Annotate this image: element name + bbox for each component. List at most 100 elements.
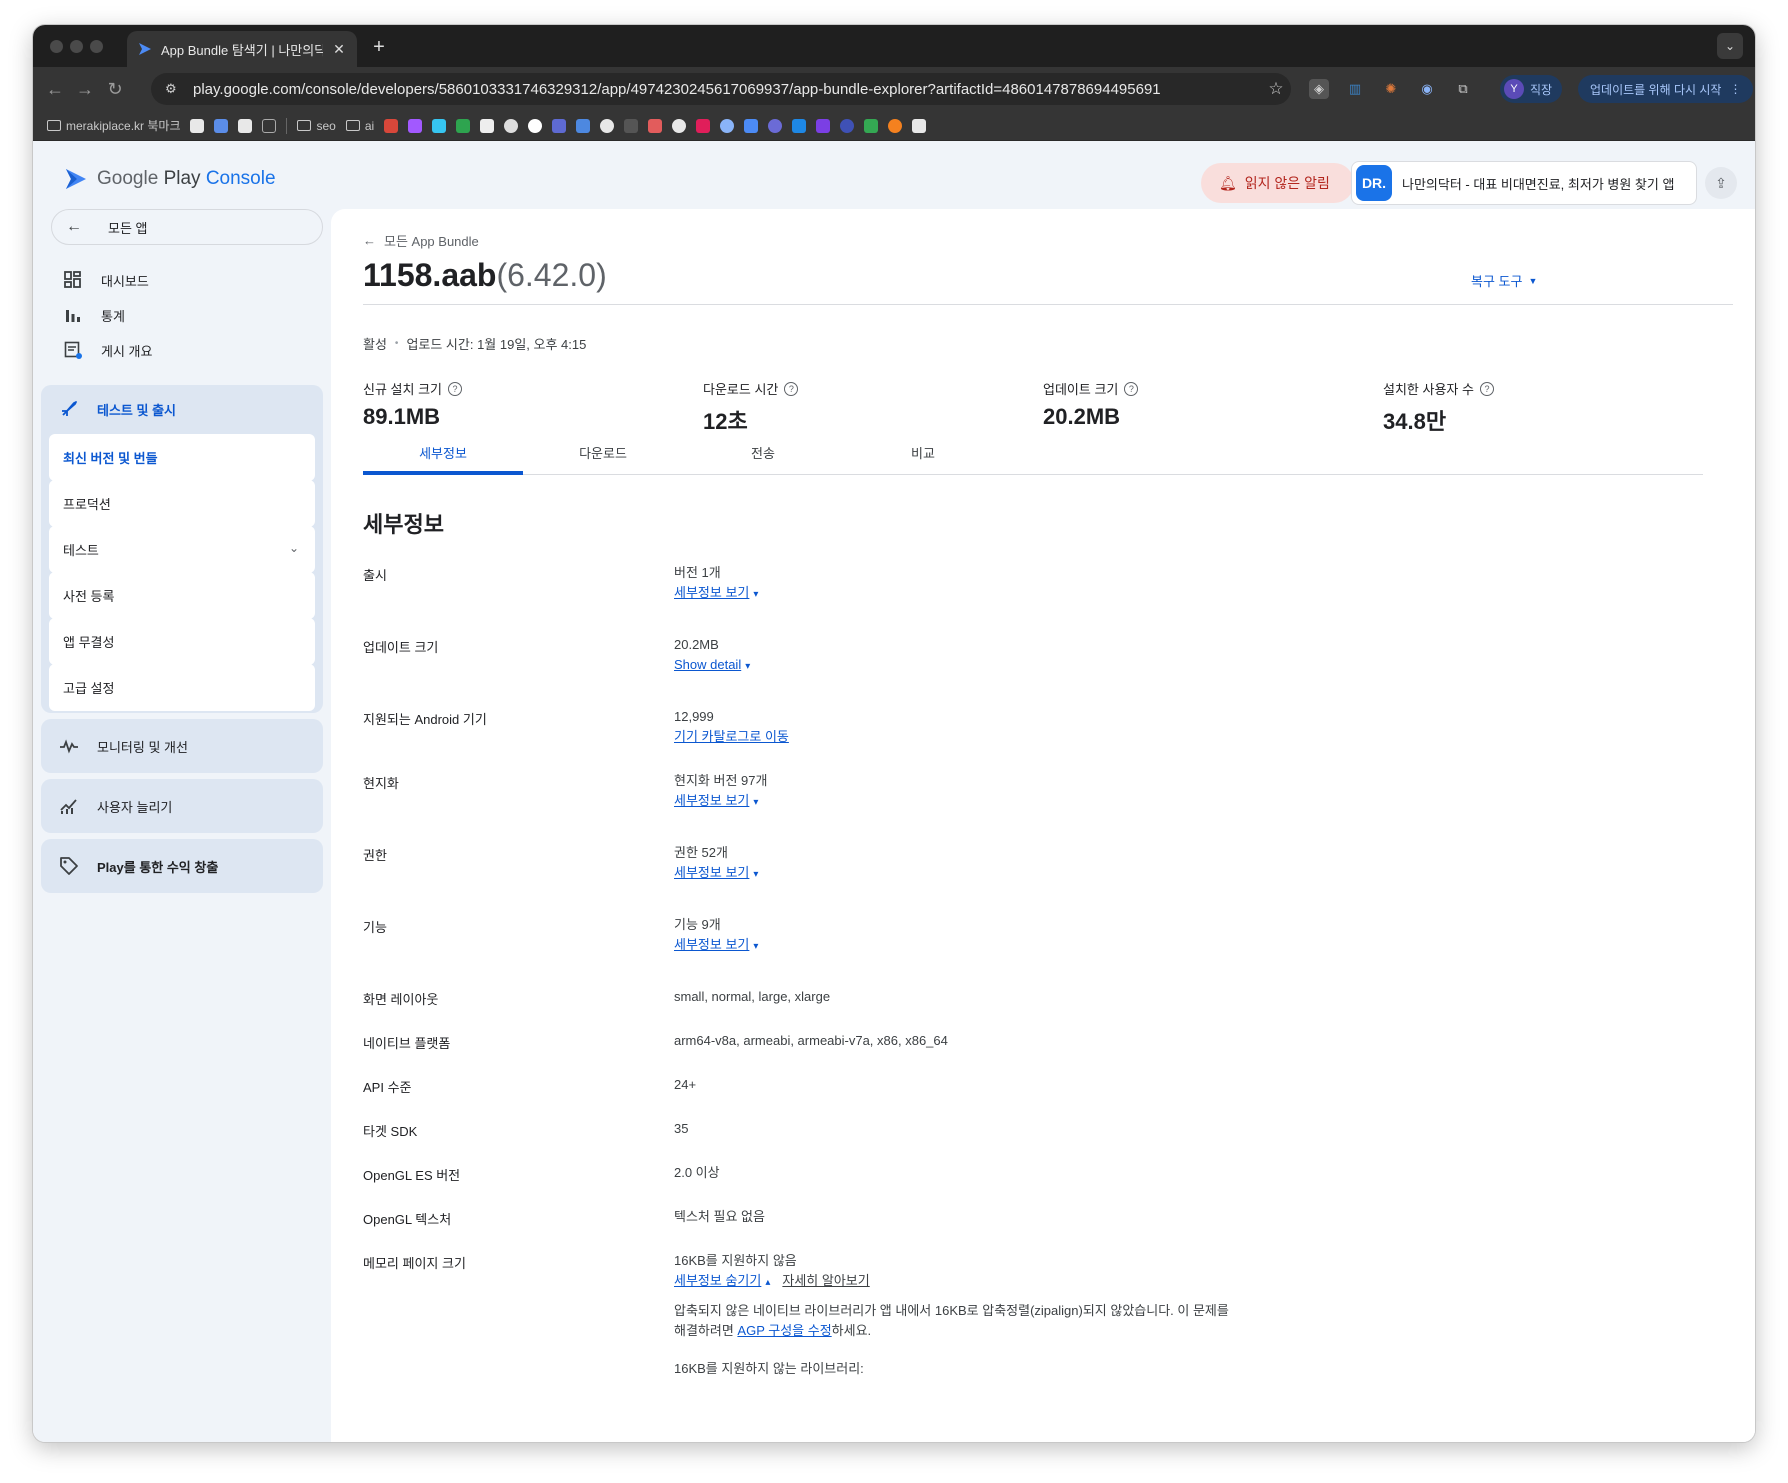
view-details-link[interactable]: 세부정보 보기 [674, 793, 749, 808]
google-icon[interactable] [672, 118, 687, 133]
metric-download-time: 다운로드 시간? 12초 [703, 379, 799, 436]
bookmark-favicon-icon[interactable] [238, 118, 253, 133]
figma-icon[interactable] [408, 118, 423, 133]
notion-like-icon[interactable] [456, 118, 471, 133]
bookmark-favicon-icon[interactable] [624, 118, 639, 133]
forward-arrow-icon[interactable]: → [73, 77, 97, 101]
help-icon[interactable]: ? [447, 381, 462, 396]
google-icon[interactable] [600, 118, 615, 133]
recovery-tools-button[interactable]: 복구 도구 ▼ [1471, 271, 1537, 290]
slack-icon[interactable] [432, 118, 447, 133]
back-arrow-icon[interactable]: ← [43, 77, 67, 101]
sidebar-item-monitoring[interactable]: 모니터링 및 개선 [41, 719, 323, 773]
bookmark-folder[interactable]: merakiplace.kr 북마크 [47, 117, 180, 134]
bookmark-favicon-icon[interactable] [648, 118, 663, 133]
app-selector[interactable]: DR. 나만의닥터 - 대표 비대면진료, 최저가 병원 찾기 앱 [1351, 161, 1697, 205]
sidebar-item-latest-versions[interactable]: 최신 버전 및 번들 [49, 434, 315, 481]
bookmark-separator [286, 117, 288, 134]
bookmark-favicon-icon[interactable] [912, 118, 927, 133]
breadcrumb[interactable]: ← 모든 App Bundle [363, 231, 479, 250]
tab-search-chevron-icon[interactable]: ⌄ [1717, 33, 1743, 59]
chevron-down-icon[interactable]: ▾ [753, 793, 758, 813]
all-apps-button[interactable]: ← 모든 앱 [51, 209, 323, 245]
chevron-down-icon[interactable]: ⌄ [289, 541, 299, 555]
minimize-window-button[interactable] [70, 40, 83, 53]
bookmark-favicon-icon[interactable] [792, 118, 807, 133]
sidebar-item-testing[interactable]: 테스트 ⌄ [49, 526, 315, 573]
firebase-icon[interactable] [888, 118, 903, 133]
view-details-link[interactable]: 세부정보 보기 [674, 937, 749, 952]
gmail-icon[interactable] [384, 118, 399, 133]
linear-icon[interactable] [552, 118, 567, 133]
sidebar-item-app-integrity[interactable]: 앱 무결성 [49, 618, 315, 665]
chevron-up-icon[interactable]: ▴ [765, 1273, 770, 1293]
chevron-down-icon[interactable]: ▾ [753, 937, 758, 957]
bookmark-favicon-icon[interactable] [576, 118, 591, 133]
sidebar-item-advanced-settings[interactable]: 고급 설정 [49, 664, 315, 711]
chevron-down-icon[interactable]: ▾ [753, 865, 758, 885]
site-settings-icon[interactable]: ⚙ [165, 81, 183, 97]
chevron-down-icon[interactable]: ▾ [745, 657, 750, 677]
bookmark-favicon-icon[interactable] [840, 118, 855, 133]
tab-downloads[interactable]: 다운로드 [523, 439, 683, 475]
learn-more-link[interactable]: 자세히 알아보기 [782, 1273, 869, 1288]
bookmark-favicon-icon[interactable] [480, 118, 495, 133]
tab-delivery[interactable]: 전송 [683, 439, 843, 475]
reload-icon[interactable]: ↻ [103, 77, 127, 101]
sidebar-item-monetize[interactable]: Play를 통한 수익 창출 [41, 839, 323, 893]
sidebar-item-dashboard[interactable]: 대시보드 [51, 260, 323, 300]
password-extension-icon[interactable]: ◉ [1417, 79, 1437, 99]
play-console-icon[interactable] [744, 118, 759, 133]
bookmark-favicon-icon[interactable] [696, 118, 711, 133]
play-console-logo[interactable]: Google Play Console [63, 166, 276, 192]
new-tab-button[interactable]: + [367, 35, 391, 59]
address-bar[interactable]: ⚙ play.google.com/console/developers/586… [151, 73, 1291, 105]
restart-update-button[interactable]: 업데이트를 위해 다시 시작 ⋮ [1578, 75, 1754, 103]
extension-icon[interactable]: ◈ [1309, 79, 1329, 99]
tab-details[interactable]: 세부정보 [363, 439, 523, 475]
agp-config-link[interactable]: AGP 구성을 수정 [737, 1323, 831, 1338]
bookmark-favicon-icon[interactable] [864, 118, 879, 133]
profile-chip[interactable]: Y 직장 [1500, 75, 1563, 103]
bookmark-folder[interactable]: ai [345, 119, 374, 133]
bookmark-favicon-icon[interactable] [214, 118, 229, 133]
analytics-extension-icon[interactable]: ▥ [1345, 79, 1365, 99]
bookmark-star-icon[interactable]: ☆ [1261, 79, 1291, 99]
sparkle-extension-icon[interactable]: ✺ [1381, 79, 1401, 99]
tab-compare[interactable]: 비교 [843, 439, 1003, 475]
restart-update-label: 업데이트를 위해 다시 시작 [1590, 82, 1722, 97]
maximize-window-button[interactable] [90, 40, 103, 53]
url-text[interactable]: play.google.com/console/developers/58601… [193, 81, 1261, 98]
sidebar-item-test-release[interactable]: 테스트 및 출시 [41, 385, 323, 433]
browser-tab[interactable]: App Bundle 탐색기 | 나만의닥터 ✕ [127, 31, 357, 67]
sidebar-item-statistics[interactable]: 통계 [51, 295, 323, 335]
view-details-link[interactable]: 세부정보 보기 [674, 585, 749, 600]
help-icon[interactable]: ? [1479, 381, 1494, 396]
more-vert-icon[interactable]: ⋮ [1729, 82, 1741, 96]
bookmark-favicon-icon[interactable] [720, 118, 735, 133]
device-catalog-link[interactable]: 기기 카탈로그로 이동 [674, 729, 789, 744]
extensions-puzzle-icon[interactable]: ⧉ [1453, 79, 1473, 99]
bookmark-folder[interactable]: seo [297, 119, 336, 133]
share-icon[interactable]: ⇪ [1705, 167, 1737, 199]
github-icon[interactable] [504, 118, 519, 133]
bookmark-favicon-icon[interactable] [816, 118, 831, 133]
chevron-down-icon[interactable]: ▾ [753, 585, 758, 605]
close-window-button[interactable] [50, 40, 63, 53]
apps-grid-icon[interactable] [262, 118, 277, 133]
bookmark-favicon-icon[interactable] [768, 118, 783, 133]
help-icon[interactable]: ? [1124, 381, 1139, 396]
hide-details-link[interactable]: 세부정보 숨기기 [674, 1273, 761, 1288]
view-details-link[interactable]: 세부정보 보기 [674, 865, 749, 880]
back-arrow-icon: ← [66, 218, 82, 235]
bookmark-favicon-icon[interactable] [528, 118, 543, 133]
sidebar-item-publishing-overview[interactable]: 게시 개요 [51, 330, 323, 370]
show-detail-link[interactable]: Show detail [674, 657, 741, 672]
tab-close-icon[interactable]: ✕ [331, 41, 347, 58]
unread-notifications-button[interactable]: 🔔︎ 읽지 않은 알림 [1201, 163, 1354, 203]
help-icon[interactable]: ? [784, 381, 799, 396]
sidebar-item-pre-registration[interactable]: 사전 등록 [49, 572, 315, 619]
sidebar-item-production[interactable]: 프로덕션 [49, 480, 315, 527]
bookmark-favicon-icon[interactable] [190, 118, 205, 133]
sidebar-item-grow-users[interactable]: 사용자 늘리기 [41, 779, 323, 833]
